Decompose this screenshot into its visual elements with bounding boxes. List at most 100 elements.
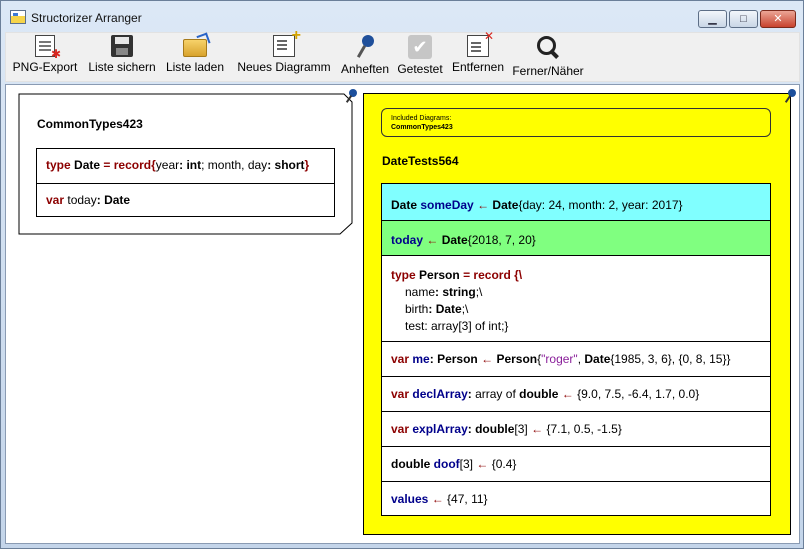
colon: : bbox=[179, 158, 184, 172]
equals: = bbox=[463, 268, 471, 282]
colon: : bbox=[96, 193, 101, 207]
var-name: me bbox=[412, 352, 430, 366]
keyword: type bbox=[391, 268, 416, 282]
line-end: ;} bbox=[501, 319, 509, 333]
diagram-body: Date someDay ← Date{day: 24, month: 2, y… bbox=[381, 183, 771, 516]
field-type: short bbox=[274, 158, 305, 172]
assign-arrow: ← bbox=[481, 352, 494, 366]
remove-button[interactable]: Entfernen bbox=[449, 29, 507, 81]
maximize-button[interactable]: □ bbox=[729, 10, 758, 28]
args: {2018, 7, 20} bbox=[467, 233, 536, 247]
var-me-element[interactable]: var me: Person ← Person{"roger", Date{19… bbox=[382, 341, 770, 376]
line-end: ;\ bbox=[461, 302, 469, 316]
var-explarray-element[interactable]: var explArray: double[3] ← {7.1, 0.5, -1… bbox=[382, 411, 770, 446]
values-element[interactable]: values ← {47, 11} bbox=[382, 481, 770, 516]
arranger-canvas[interactable]: CommonTypes423 type Date = record{year: … bbox=[5, 84, 800, 544]
field-type: int bbox=[488, 319, 502, 333]
double-doof-element[interactable]: double doof[3] ← {0.4} bbox=[382, 446, 770, 481]
var-type: Date bbox=[104, 193, 131, 207]
type-definition-element[interactable]: type Date = record{year: int; month, day… bbox=[37, 149, 334, 183]
type-person-element[interactable]: type Person = record {\ name: string;\ b… bbox=[382, 255, 770, 341]
var-type: double bbox=[519, 387, 559, 401]
equals: = bbox=[103, 158, 111, 172]
open-folder-icon bbox=[183, 39, 207, 57]
var-type: Person bbox=[437, 352, 478, 366]
keyword: var bbox=[391, 387, 410, 401]
remove-label: Entfernen bbox=[451, 60, 505, 74]
keyword: var bbox=[46, 193, 65, 207]
pin-label: Anheften bbox=[340, 62, 390, 76]
load-list-button[interactable]: Liste laden bbox=[163, 33, 227, 81]
pin-button[interactable]: Anheften bbox=[338, 33, 392, 81]
title-bar[interactable]: Structorizer Arranger ▁ □ ✕ bbox=[1, 1, 803, 31]
type-name: Date bbox=[391, 198, 418, 212]
var-type: double bbox=[391, 457, 431, 471]
diagram-datetests[interactable]: Included Diagrams: CommonTypes423 DateTe… bbox=[363, 89, 796, 535]
diagram-commontypes[interactable]: CommonTypes423 type Date = record{year: … bbox=[18, 89, 357, 235]
zoom-button[interactable]: Ferner/Näher bbox=[510, 33, 586, 81]
save-list-label: Liste sichern bbox=[88, 60, 156, 74]
var-declaration-element[interactable]: var today: Date bbox=[37, 183, 334, 217]
new-diagram-icon bbox=[273, 27, 301, 57]
args: {7.1, 0.5, -1.5} bbox=[546, 422, 622, 436]
field-type: string bbox=[442, 285, 476, 299]
tested-button[interactable]: ✔ Getestet bbox=[394, 33, 446, 81]
keyword: var bbox=[391, 352, 410, 366]
tested-label: Getestet bbox=[397, 62, 443, 76]
args: {1985, 3, 6}, {0, 8, 15}} bbox=[610, 352, 731, 366]
assignment-someday[interactable]: Date someDay ← Date{day: 24, month: 2, y… bbox=[382, 184, 770, 220]
dimension: [3] bbox=[459, 457, 474, 471]
assignment-today[interactable]: today ← Date{2018, 7, 20} bbox=[382, 220, 770, 255]
args: {47, 11} bbox=[447, 492, 488, 506]
field: year bbox=[155, 158, 180, 172]
diagram-title: CommonTypes423 bbox=[37, 117, 143, 131]
png-export-icon bbox=[35, 35, 61, 61]
new-diagram-button[interactable]: Neues Diagramm bbox=[232, 27, 336, 81]
dimension: [3] bbox=[514, 422, 528, 436]
assign-arrow: ← bbox=[561, 387, 574, 401]
load-list-label: Liste laden bbox=[165, 60, 225, 74]
var-declarray-element[interactable]: var declArray: array of double ← {9.0, 7… bbox=[382, 376, 770, 411]
window-title: Structorizer Arranger bbox=[31, 11, 142, 25]
save-icon bbox=[111, 35, 133, 57]
field: birth bbox=[405, 302, 429, 316]
png-export-button[interactable]: PNG-Export bbox=[10, 33, 80, 81]
assign-arrow: ← bbox=[426, 233, 439, 247]
pin-icon[interactable] bbox=[345, 89, 357, 103]
diagram-body: type Date = record{year: int; month, day… bbox=[36, 148, 335, 217]
assign-arrow: ← bbox=[431, 492, 444, 506]
var-name: today bbox=[67, 193, 97, 207]
save-list-button[interactable]: Liste sichern bbox=[84, 33, 160, 81]
var-type: array of bbox=[475, 387, 520, 401]
var-name: doof bbox=[433, 457, 460, 471]
new-diagram-label: Neues Diagramm bbox=[237, 60, 331, 74]
var-type: double bbox=[475, 422, 515, 436]
brace: } bbox=[304, 158, 310, 172]
magnifier-icon bbox=[535, 35, 561, 61]
var-name: someDay bbox=[420, 198, 474, 212]
diagram-title: DateTests564 bbox=[382, 154, 459, 168]
line-end: ;\ bbox=[475, 285, 483, 299]
keyword: var bbox=[391, 422, 410, 436]
included-label: Included Diagrams: bbox=[391, 115, 452, 122]
var-name: values bbox=[391, 492, 429, 506]
png-export-label: PNG-Export bbox=[12, 60, 78, 74]
assign-arrow: ← bbox=[477, 198, 490, 212]
field-type: int bbox=[186, 158, 202, 172]
fields: ; month, day bbox=[201, 158, 268, 172]
field: name bbox=[405, 285, 436, 299]
assign-arrow: ← bbox=[476, 457, 489, 471]
constructor: Date bbox=[584, 352, 611, 366]
type-name: Person bbox=[419, 268, 460, 282]
toolbar: PNG-Export Liste sichern Liste laden Neu… bbox=[5, 27, 800, 82]
var-name: declArray bbox=[412, 387, 468, 401]
colon: : bbox=[467, 422, 472, 436]
checkmark-icon: ✔ bbox=[408, 35, 432, 59]
minimize-button[interactable]: ▁ bbox=[698, 10, 727, 28]
pin-icon[interactable] bbox=[784, 89, 796, 103]
close-button[interactable]: ✕ bbox=[760, 10, 796, 28]
colon: : bbox=[267, 158, 272, 172]
constructor: Person bbox=[496, 352, 538, 366]
constructor: Date bbox=[441, 233, 468, 247]
type-name: Date bbox=[74, 158, 101, 172]
